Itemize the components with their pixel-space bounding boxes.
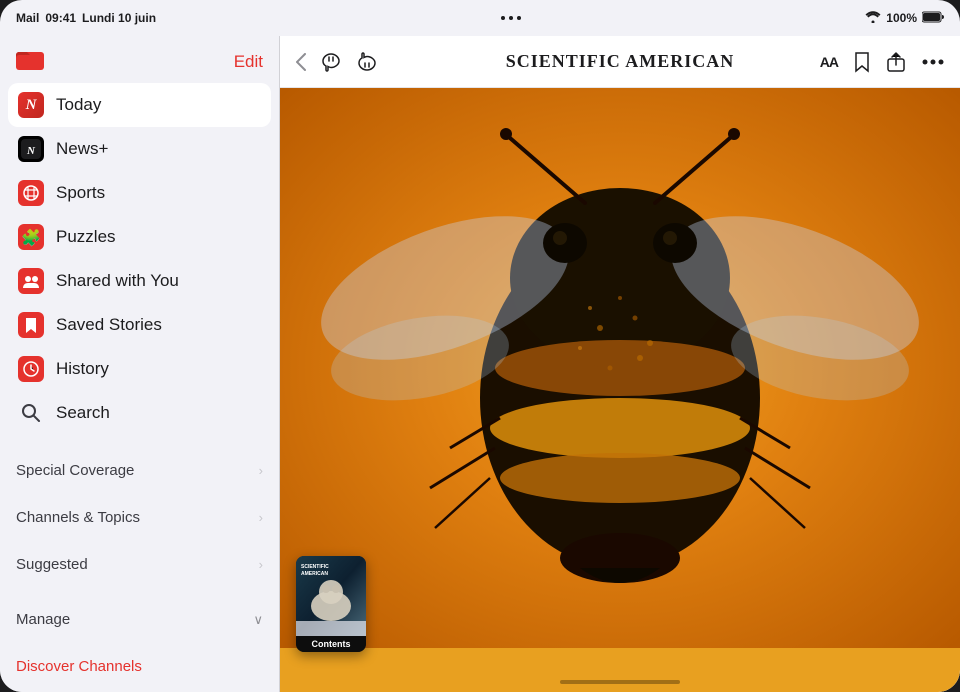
chevron-right-icon-special: › bbox=[259, 463, 263, 478]
magazine-thumbnail[interactable]: SCIENTIFIC AMERICAN Contents bbox=[296, 556, 366, 652]
sidebar-item-saved[interactable]: Saved Stories bbox=[8, 303, 271, 347]
section-special-coverage[interactable]: Special Coverage › bbox=[0, 451, 279, 490]
sidebar-item-sports[interactable]: Sports bbox=[8, 171, 271, 215]
back-button[interactable] bbox=[296, 53, 306, 71]
svg-text:🧩: 🧩 bbox=[21, 228, 41, 247]
app-label: Mail bbox=[16, 11, 39, 25]
today-icon: N bbox=[18, 92, 44, 118]
manage-label: Manage bbox=[16, 611, 70, 628]
section-channels-topics-label: Channels & Topics bbox=[16, 509, 140, 526]
toolbar-left bbox=[296, 51, 378, 73]
sidebar-label-search: Search bbox=[56, 403, 110, 423]
sidebar-item-shared[interactable]: Shared with You bbox=[8, 259, 271, 303]
sidebar-nav: N Today N News+ bbox=[0, 83, 279, 435]
status-date: Lundi 10 juin bbox=[82, 11, 156, 25]
mag-thumb-image: SCIENTIFIC AMERICAN bbox=[296, 556, 366, 636]
toolbar-right: AA bbox=[820, 51, 944, 73]
sidebar-label-history: History bbox=[56, 359, 109, 379]
status-bar-center bbox=[501, 16, 521, 20]
sidebar-item-search[interactable]: Search bbox=[8, 391, 271, 435]
chevron-down-icon-manage: ∨ bbox=[253, 612, 263, 628]
thumbdown-button[interactable] bbox=[320, 51, 342, 73]
sidebar-label-puzzles: Puzzles bbox=[56, 227, 116, 247]
status-bar-left: Mail 09:41 Lundi 10 juin bbox=[16, 11, 156, 25]
sidebar-item-history[interactable]: History bbox=[8, 347, 271, 391]
history-icon bbox=[18, 356, 44, 382]
article-toolbar: SCIENTIFIC AMERICAN AA bbox=[280, 36, 960, 88]
status-time: 09:41 bbox=[45, 11, 76, 25]
sidebar-item-today[interactable]: N Today bbox=[8, 83, 271, 127]
sidebar-header: Edit bbox=[0, 36, 279, 83]
article-content: Included in News+ bbox=[280, 88, 960, 692]
bookmark-button[interactable] bbox=[854, 51, 870, 73]
mag-thumb-label: Contents bbox=[296, 636, 366, 652]
svg-text:N: N bbox=[26, 145, 36, 157]
scroll-indicator bbox=[560, 680, 680, 684]
newsplus-icon: N bbox=[18, 136, 44, 162]
section-suggested[interactable]: Suggested › bbox=[0, 545, 279, 584]
status-bar: Mail 09:41 Lundi 10 juin 100% bbox=[0, 0, 960, 36]
main-content: SCIENTIFIC AMERICAN AA bbox=[280, 36, 960, 692]
dot2 bbox=[509, 16, 513, 20]
sidebar: Edit N Today N bbox=[0, 36, 280, 692]
edit-button[interactable]: Edit bbox=[234, 52, 263, 72]
font-size-button[interactable]: AA bbox=[820, 54, 838, 70]
sidebar-item-newsplus[interactable]: N News+ bbox=[8, 127, 271, 171]
more-button[interactable] bbox=[922, 59, 944, 65]
sidebar-label-shared: Shared with You bbox=[56, 271, 179, 291]
sidebar-item-puzzles[interactable]: 🧩 Puzzles bbox=[8, 215, 271, 259]
bee-image: Included in News+ bbox=[280, 88, 960, 692]
sidebar-label-sports: Sports bbox=[56, 183, 105, 203]
puzzles-icon: 🧩 bbox=[18, 224, 44, 250]
chevron-right-icon-suggested: › bbox=[259, 557, 263, 572]
search-icon bbox=[18, 400, 44, 426]
dot1 bbox=[501, 16, 505, 20]
section-special-coverage-label: Special Coverage bbox=[16, 462, 134, 479]
sidebar-label-today: Today bbox=[56, 95, 101, 115]
section-suggested-label: Suggested bbox=[16, 556, 88, 573]
share-button[interactable] bbox=[886, 51, 906, 73]
folder-icon bbox=[16, 48, 44, 75]
wifi-icon bbox=[865, 11, 881, 26]
saved-icon bbox=[18, 312, 44, 338]
thumbup-button[interactable] bbox=[356, 51, 378, 73]
dot3 bbox=[517, 16, 521, 20]
app-container: Edit N Today N bbox=[0, 36, 960, 692]
sports-icon bbox=[18, 180, 44, 206]
battery-icon bbox=[922, 11, 944, 26]
sidebar-label-saved: Saved Stories bbox=[56, 315, 162, 335]
shared-icon bbox=[18, 268, 44, 294]
discover-channels-link[interactable]: Discover Channels bbox=[0, 647, 279, 686]
section-channels-topics[interactable]: Channels & Topics › bbox=[0, 498, 279, 537]
manage-section[interactable]: Manage ∨ bbox=[0, 600, 279, 639]
chevron-right-icon-channels: › bbox=[259, 510, 263, 525]
status-bar-right: 100% bbox=[865, 11, 944, 26]
svg-text:AMERICAN: AMERICAN bbox=[301, 571, 328, 577]
article-title: SCIENTIFIC AMERICAN bbox=[506, 51, 735, 72]
sidebar-label-newsplus: News+ bbox=[56, 139, 108, 159]
battery-label: 100% bbox=[886, 11, 917, 25]
svg-text:SCIENTIFIC: SCIENTIFIC bbox=[301, 564, 329, 570]
